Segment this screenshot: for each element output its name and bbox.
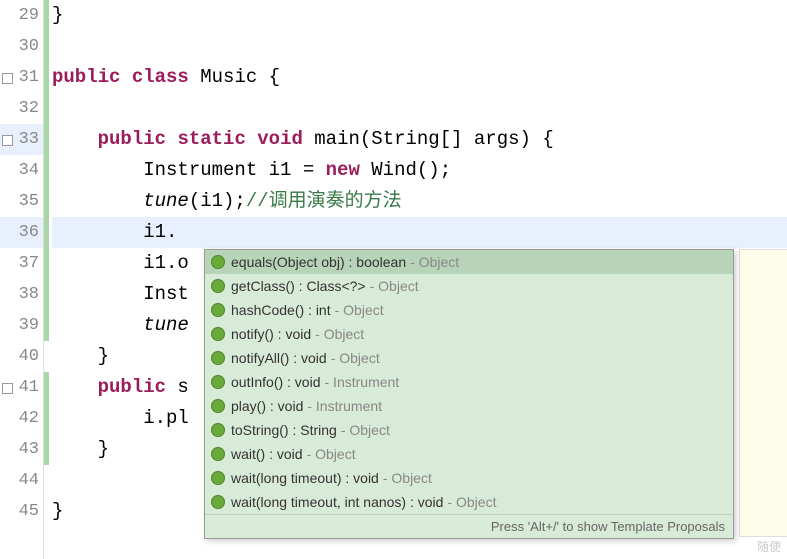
gutter-line: 45 (0, 496, 43, 527)
gutter-line: 39 (0, 310, 43, 341)
code-line[interactable]: tune(i1);//调用演奏的方法 (52, 186, 787, 217)
code-line[interactable]: public static void main(String[] args) { (52, 124, 787, 155)
autocomplete-origin: - Object (315, 326, 364, 342)
gutter-line: 34 (0, 155, 43, 186)
autocomplete-signature: equals(Object obj) : boolean (231, 254, 406, 270)
change-segment (44, 62, 49, 341)
autocomplete-origin: - Object (383, 470, 432, 486)
code-line[interactable]: public class Music { (52, 62, 787, 93)
gutter-line: 32 (0, 93, 43, 124)
gutter-line: 29 (0, 0, 43, 31)
autocomplete-signature: wait(long timeout) : void (231, 470, 379, 486)
method-public-icon (211, 303, 225, 317)
code-line[interactable] (52, 93, 787, 124)
method-public-icon (211, 375, 225, 389)
gutter-line: 37 (0, 248, 43, 279)
autocomplete-item[interactable]: wait(long timeout, int nanos) : void - O… (205, 490, 733, 514)
change-segment (44, 372, 49, 465)
code-line-current[interactable]: i1. (52, 217, 787, 248)
autocomplete-signature: wait(long timeout, int nanos) : void (231, 494, 443, 510)
autocomplete-footer: Press 'Alt+/' to show Template Proposals (205, 514, 733, 538)
autocomplete-signature: play() : void (231, 398, 303, 414)
autocomplete-item[interactable]: outInfo() : void - Instrument (205, 370, 733, 394)
method-public-icon (211, 471, 225, 485)
autocomplete-list[interactable]: equals(Object obj) : boolean - Objectget… (205, 250, 733, 514)
autocomplete-origin: - Object (370, 278, 419, 294)
gutter-line: 42 (0, 403, 43, 434)
gutter-line[interactable]: 33 (0, 124, 43, 155)
gutter-line[interactable]: 31 (0, 62, 43, 93)
method-public-icon (211, 447, 225, 461)
method-public-icon (211, 399, 225, 413)
method-public-icon (211, 327, 225, 341)
autocomplete-signature: wait() : void (231, 446, 303, 462)
autocomplete-signature: notify() : void (231, 326, 311, 342)
code-line[interactable]: } (52, 0, 787, 31)
autocomplete-origin: - Object (335, 302, 384, 318)
autocomplete-origin: - Instrument (325, 374, 400, 390)
autocomplete-origin: - Object (341, 422, 390, 438)
autocomplete-origin: - Object (447, 494, 496, 510)
method-public-icon (211, 495, 225, 509)
autocomplete-signature: toString() : String (231, 422, 337, 438)
gutter-line[interactable]: 41 (0, 372, 43, 403)
doc-hint-panel (739, 249, 787, 537)
gutter-line: 30 (0, 31, 43, 62)
gutter-line: 36 (0, 217, 43, 248)
gutter-line: 35 (0, 186, 43, 217)
autocomplete-origin: - Object (331, 350, 380, 366)
autocomplete-signature: outInfo() : void (231, 374, 321, 390)
autocomplete-item[interactable]: notify() : void - Object (205, 322, 733, 346)
gutter-line: 38 (0, 279, 43, 310)
line-gutter: 29 30 31 32 33 34 35 36 37 38 39 40 41 4… (0, 0, 44, 559)
code-line[interactable]: Instrument i1 = new Wind(); (52, 155, 787, 186)
autocomplete-item[interactable]: getClass() : Class<?> - Object (205, 274, 733, 298)
autocomplete-item[interactable]: equals(Object obj) : boolean - Object (205, 250, 733, 274)
code-line[interactable] (52, 31, 787, 62)
autocomplete-origin: - Object (410, 254, 459, 270)
change-bar (44, 0, 49, 559)
method-public-icon (211, 279, 225, 293)
autocomplete-item[interactable]: wait(long timeout) : void - Object (205, 466, 733, 490)
gutter-line: 40 (0, 341, 43, 372)
watermark: 随便 (757, 538, 781, 555)
autocomplete-item[interactable]: toString() : String - Object (205, 418, 733, 442)
gutter-line: 43 (0, 434, 43, 465)
autocomplete-item[interactable]: hashCode() : int - Object (205, 298, 733, 322)
autocomplete-signature: hashCode() : int (231, 302, 331, 318)
method-public-icon (211, 423, 225, 437)
autocomplete-popup[interactable]: equals(Object obj) : boolean - Objectget… (204, 249, 734, 539)
autocomplete-item[interactable]: wait() : void - Object (205, 442, 733, 466)
change-segment (44, 0, 49, 62)
method-public-icon (211, 255, 225, 269)
autocomplete-signature: getClass() : Class<?> (231, 278, 366, 294)
autocomplete-signature: notifyAll() : void (231, 350, 327, 366)
autocomplete-origin: - Instrument (307, 398, 382, 414)
method-public-icon (211, 351, 225, 365)
gutter-line: 44 (0, 465, 43, 496)
autocomplete-item[interactable]: play() : void - Instrument (205, 394, 733, 418)
autocomplete-origin: - Object (307, 446, 356, 462)
autocomplete-item[interactable]: notifyAll() : void - Object (205, 346, 733, 370)
